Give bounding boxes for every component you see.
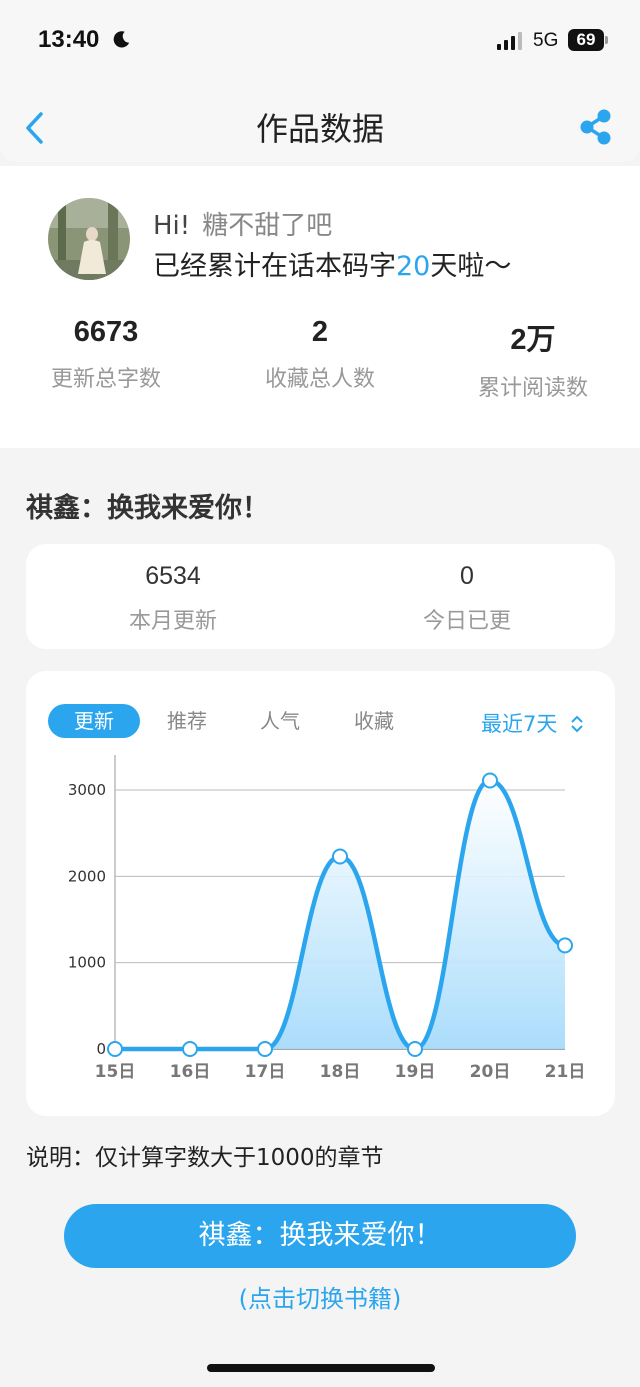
stat-label: 更新总字数 bbox=[50, 367, 161, 392]
status-time: 13:40 bbox=[38, 26, 100, 53]
stat-value: 6673 bbox=[73, 316, 139, 348]
switch-book-button[interactable]: 祺鑫：换我来爱你！ bbox=[64, 1204, 576, 1268]
up-down-chevron-icon bbox=[571, 715, 583, 733]
stat-value: 2万 bbox=[510, 324, 556, 356]
range-label: 最近7天 bbox=[481, 712, 558, 736]
home-indicator bbox=[207, 1364, 435, 1372]
moon-icon bbox=[113, 31, 130, 48]
switch-book-hint[interactable]: (点击切换书籍) bbox=[0, 1279, 640, 1314]
tab-updates[interactable]: 更新 bbox=[48, 704, 140, 738]
stat-label: 收藏总人数 bbox=[264, 367, 375, 392]
status-bar: 13:40 5G 69 bbox=[0, 0, 640, 84]
stat-total-favorites: 2 收藏总人数 bbox=[220, 316, 420, 393]
stat-total-reads: 2万 累计阅读数 bbox=[433, 316, 633, 402]
stat-total-words: 6673 更新总字数 bbox=[6, 316, 206, 393]
month-updates: 6534 本月更新 bbox=[23, 562, 323, 635]
greeting-line: Hi! 糖不甜了吧 bbox=[153, 205, 332, 242]
share-icon[interactable] bbox=[578, 108, 614, 146]
tab-popularity[interactable]: 人气 bbox=[243, 704, 317, 738]
month-updates-value: 6534 bbox=[145, 562, 201, 590]
stat-label: 累计阅读数 bbox=[477, 376, 588, 401]
chart-note: 说明：仅计算字数大于1000的章节 bbox=[26, 1145, 384, 1171]
today-updates: 0 今日已更 bbox=[317, 562, 617, 635]
month-updates-label: 本月更新 bbox=[128, 609, 217, 634]
tab-favorites[interactable]: 收藏 bbox=[337, 704, 411, 738]
avatar[interactable] bbox=[48, 198, 130, 280]
stat-value: 2 bbox=[311, 316, 329, 348]
book-title: 祺鑫：换我来爱你！ bbox=[26, 493, 269, 524]
today-updates-label: 今日已更 bbox=[422, 609, 511, 634]
signal-icon bbox=[497, 32, 522, 50]
page-title: 作品数据 bbox=[255, 110, 384, 148]
writing-days-line: 已经累计在话本码字20天啦～ bbox=[153, 244, 511, 283]
days-suffix: 天啦～ bbox=[430, 251, 512, 282]
today-updates-value: 0 bbox=[460, 562, 474, 590]
days-value: 20 bbox=[396, 251, 431, 282]
days-prefix: 已经累计在话本码字 bbox=[153, 251, 396, 282]
nickname: 糖不甜了吧 bbox=[202, 211, 333, 241]
greeting-text: Hi! bbox=[153, 211, 191, 241]
battery-icon: 69 bbox=[568, 29, 608, 51]
network-type: 5G bbox=[533, 30, 559, 51]
tab-recommend[interactable]: 推荐 bbox=[150, 704, 224, 738]
range-selector[interactable]: 最近7天 bbox=[481, 708, 584, 738]
